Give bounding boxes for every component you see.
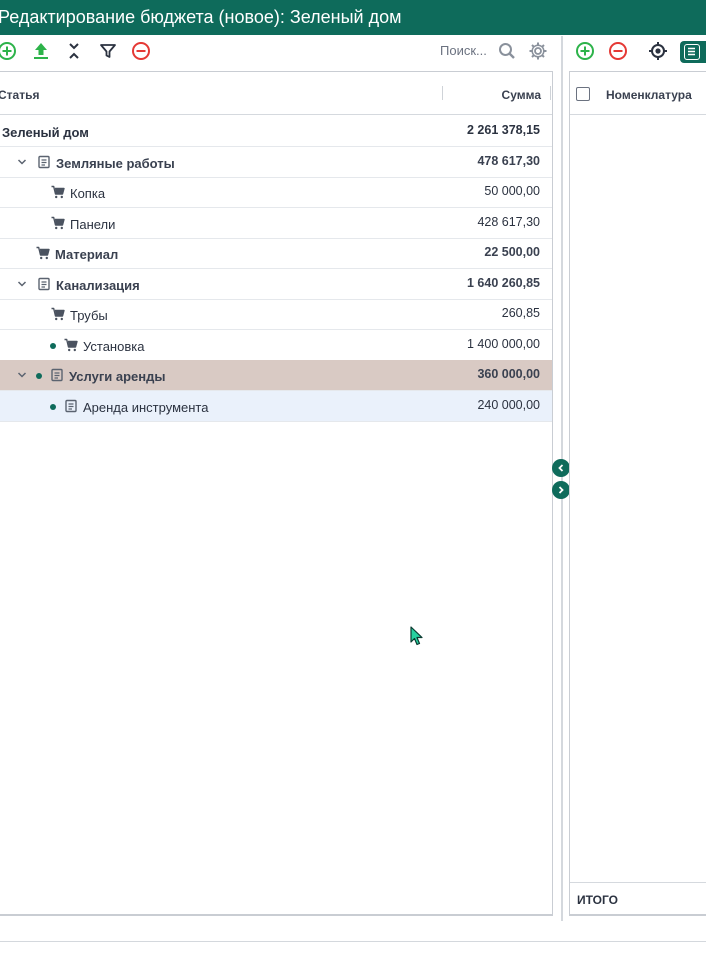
status-bar-divider — [0, 941, 706, 942]
tree-row[interactable]: Канализация 1 640 260,85 — [0, 269, 552, 300]
doc-icon — [64, 399, 78, 413]
tree-row[interactable]: Услуги аренды 360 000,00 — [0, 360, 552, 391]
column-article[interactable]: Статья — [0, 88, 39, 102]
column-sum[interactable]: Сумма — [502, 88, 541, 102]
doc-icon — [37, 277, 51, 291]
expand-right-button[interactable] — [552, 481, 570, 499]
nomenclature-header: Номенклатура — [570, 72, 706, 115]
filter-icon[interactable] — [97, 40, 119, 62]
tree-row-label: Аренда инструмента — [83, 399, 209, 415]
tree-row-sum: 240 000,00 — [477, 397, 540, 412]
gear-icon[interactable] — [527, 40, 549, 62]
tree-row[interactable]: Копка 50 000,00 — [0, 177, 552, 208]
tree-row-label: Услуги аренды — [69, 369, 166, 384]
tree-row-sum: 22 500,00 — [484, 245, 540, 259]
tree-row[interactable]: Установка 1 400 000,00 — [0, 330, 552, 361]
chevron-down-icon[interactable] — [16, 156, 28, 168]
tree-row-sum: 260,85 — [501, 306, 540, 320]
tree-row-sum: 1 400 000,00 — [467, 336, 540, 351]
tree-row[interactable]: Трубы 260,85 — [0, 299, 552, 330]
tree-row-label: Зеленый дом — [2, 125, 89, 140]
tree-row-sum: 478 617,30 — [477, 153, 540, 168]
tree-row-label: Установка — [83, 338, 145, 354]
list-icon — [684, 44, 700, 60]
cart-icon — [51, 185, 65, 199]
column-divider[interactable] — [550, 86, 551, 100]
cart-icon — [51, 216, 65, 230]
tree-row-sum: 428 617,30 — [477, 214, 540, 229]
window-title: Редактирование бюджета (новое): Зеленый … — [0, 7, 402, 27]
select-all-checkbox[interactable] — [576, 87, 590, 101]
nomenclature-panel: Номенклатура ИТОГО — [569, 71, 706, 916]
doc-icon — [37, 155, 51, 169]
collapse-left-button[interactable] — [552, 459, 570, 477]
mouse-cursor-icon — [410, 626, 423, 646]
tree-header: Статья Сумма — [0, 72, 552, 115]
tree-row-label: Земляные работы — [56, 155, 175, 171]
locate-icon[interactable] — [647, 40, 669, 62]
window-title-bar: Редактирование бюджета (новое): Зеленый … — [0, 0, 706, 35]
chevron-right-icon — [558, 486, 564, 494]
tree-row-sum: 2 261 378,15 — [467, 123, 540, 137]
cart-icon — [51, 307, 65, 321]
tree-row-sum: 360 000,00 — [477, 367, 540, 381]
modified-dot — [50, 403, 56, 410]
tree-row[interactable]: Материал 22 500,00 — [0, 238, 552, 269]
tree-row-label: Трубы — [70, 308, 108, 323]
cart-icon — [64, 338, 78, 352]
tree-row[interactable]: Земляные работы 478 617,30 — [0, 147, 552, 178]
chevron-down-icon[interactable] — [16, 369, 28, 381]
search-icon[interactable] — [496, 40, 518, 62]
modified-dot — [50, 342, 56, 349]
collapse-icon[interactable] — [63, 40, 85, 62]
doc-icon — [50, 368, 64, 382]
tree-row-sum: 50 000,00 — [484, 184, 540, 198]
add-icon[interactable] — [574, 40, 596, 62]
modified-dot — [36, 373, 42, 379]
tree-row-label: Канализация — [56, 277, 140, 293]
total-label: ИТОГО — [577, 893, 618, 907]
column-nomenclature[interactable]: Номенклатура — [606, 88, 692, 102]
list-view-toggle[interactable] — [680, 41, 706, 63]
chevron-left-icon — [558, 464, 564, 472]
tree-row-label: Копка — [70, 186, 106, 201]
tree-row[interactable]: Зеленый дом 2 261 378,15 — [0, 116, 552, 147]
tree-row-label: Материал — [55, 247, 119, 262]
panel-splitter[interactable] — [561, 36, 563, 921]
tree-row[interactable]: Аренда инструмента 240 000,00 — [0, 390, 552, 422]
remove-icon[interactable] — [607, 40, 629, 62]
remove-icon[interactable] — [130, 40, 152, 62]
tree-row[interactable]: Панели 428 617,30 — [0, 208, 552, 239]
tree-row-label: Панели — [70, 216, 116, 232]
total-footer: ИТОГО — [570, 882, 706, 914]
tree-row-sum: 1 640 260,85 — [467, 275, 540, 290]
add-icon[interactable] — [0, 40, 18, 62]
chevron-down-icon[interactable] — [16, 278, 28, 290]
upload-icon[interactable] — [30, 40, 52, 62]
cart-icon — [36, 246, 50, 260]
budget-tree-panel: Статья Сумма Зеленый дом 2 261 378,15 Земл… — [0, 71, 553, 916]
column-divider[interactable] — [442, 86, 443, 100]
search-input[interactable]: Поиск... — [440, 43, 487, 58]
